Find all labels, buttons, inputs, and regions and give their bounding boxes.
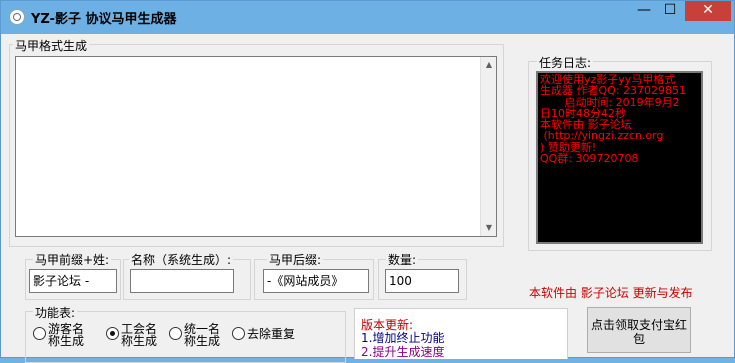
minimize-button[interactable]: — bbox=[631, 1, 657, 21]
suffix-input[interactable]: -《网站成员》 bbox=[263, 269, 369, 293]
vertical-scrollbar[interactable]: ▲ ▼ bbox=[480, 57, 496, 236]
radio-guest-names[interactable] bbox=[33, 327, 46, 340]
prefix-input[interactable]: 影子论坛 - bbox=[29, 269, 117, 293]
maximize-button[interactable]: ☐ bbox=[657, 1, 683, 21]
scroll-up-icon[interactable]: ▲ bbox=[481, 57, 497, 73]
task-log: 欢迎使用yz影子yy马甲格式 生成器 作者QQ: 237029851 启动时间:… bbox=[536, 71, 703, 244]
radio-unified-names-label[interactable]: 统一名 称生成 bbox=[184, 323, 220, 347]
update-item: 1.增加终止功能 bbox=[361, 331, 445, 345]
count-input[interactable]: 100 bbox=[385, 269, 459, 293]
claim-alipay-redpacket-button[interactable]: 点击领取支付宝红包 bbox=[587, 307, 691, 353]
output-textarea[interactable]: ▲ ▼ bbox=[15, 56, 497, 237]
functions-label: 功能表: bbox=[33, 304, 78, 321]
credit-text: 本软件由 影子论坛 更新与发布 bbox=[529, 286, 693, 300]
scroll-down-icon[interactable]: ▼ bbox=[481, 220, 497, 236]
version-updates-box: 版本更新: 1.增加终止功能 2.提升生成速度 bbox=[354, 308, 568, 359]
radio-guest-names-label[interactable]: 游客名 称生成 bbox=[48, 323, 84, 347]
app-icon bbox=[9, 9, 25, 25]
log-label: 任务日志: bbox=[537, 54, 594, 71]
prefix-label: 马甲前缀+姓: bbox=[33, 251, 112, 268]
close-button[interactable]: ✕ bbox=[685, 1, 731, 21]
format-group-label: 马甲格式生成 bbox=[13, 37, 90, 54]
radio-guild-names-label[interactable]: 工会名 称生成 bbox=[121, 323, 157, 347]
window-title: YZ-影子 协议马甲生成器 bbox=[31, 12, 177, 27]
count-label: 数量: bbox=[386, 251, 419, 268]
radio-guild-names[interactable] bbox=[106, 327, 119, 340]
main-window: YZ-影子 协议马甲生成器 — ☐ ✕ 马甲格式生成 ▲ ▼ 任务日志: 欢迎使… bbox=[0, 0, 735, 363]
suffix-label: 马甲后缀: bbox=[267, 251, 324, 268]
name-label: 名称（系统生成）: bbox=[129, 251, 234, 268]
title-bar[interactable]: YZ-影子 协议马甲生成器 — ☐ ✕ bbox=[1, 1, 734, 34]
update-item: 2.提升生成速度 bbox=[361, 345, 445, 359]
radio-unified-names[interactable] bbox=[169, 327, 182, 340]
radio-dedupe[interactable] bbox=[232, 327, 245, 340]
name-input[interactable] bbox=[130, 269, 234, 293]
radio-dedupe-label[interactable]: 去除重复 bbox=[247, 328, 295, 340]
